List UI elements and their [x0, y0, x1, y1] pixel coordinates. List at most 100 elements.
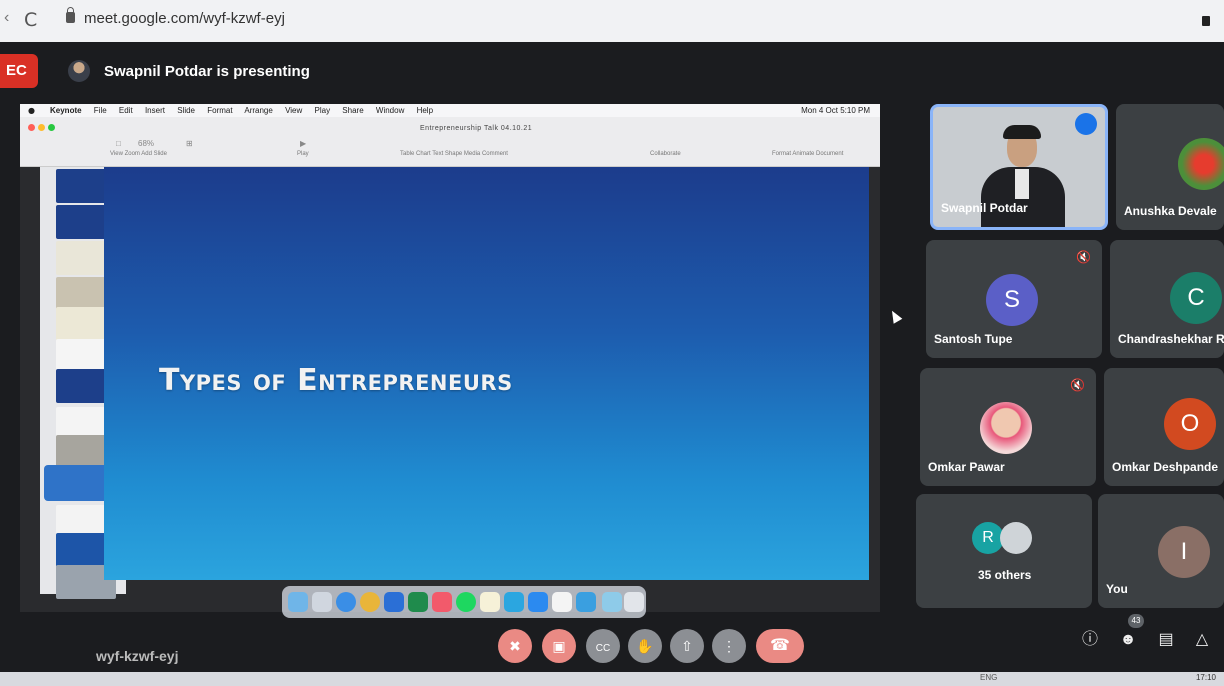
avatar [980, 402, 1032, 454]
zoom-value: 68% [138, 139, 155, 148]
meeting-details-button[interactable]: ⓘ [1078, 628, 1102, 652]
keynote-toolbar: Entrepreneurship Talk 04.10.21 □ 68% ⊞ V… [20, 117, 880, 167]
present-icon: ⇧ [681, 638, 693, 654]
phone-hangup-icon: ☎ [770, 637, 790, 654]
raise-hand-button[interactable]: ✋ [628, 629, 662, 663]
participant-tile-omkar-pawar[interactable]: 🔇 Omkar Pawar [920, 368, 1096, 486]
avatar: I [1158, 526, 1210, 578]
presenter-avatar [68, 60, 90, 82]
menu-share: Share [342, 106, 364, 115]
menu-format: Format [207, 106, 233, 115]
chrome-icon [360, 592, 380, 612]
mouse-cursor-icon [887, 308, 903, 324]
toolbar-left-labels: View Zoom Add Slide [110, 151, 167, 157]
captions-button[interactable]: CC [586, 629, 620, 663]
avatar [1000, 522, 1032, 554]
participant-tile-chandrashekhar[interactable]: C Chandrashekhar Ro [1110, 240, 1224, 358]
presenting-status: Swapnil Potdar is presenting [104, 63, 310, 80]
toolbar-right-labels: Format Animate Document [772, 151, 844, 157]
people-button[interactable]: ☻ [1116, 628, 1140, 652]
menu-file: File [93, 106, 107, 115]
excel-icon [408, 592, 428, 612]
keynote-icon [576, 592, 596, 612]
os-taskbar: ENG 17:10 [0, 672, 1224, 686]
participant-name: Omkar Deshpande [1112, 460, 1219, 474]
participant-name: You [1106, 582, 1128, 596]
toolbar-middle-labels: Table Chart Text Shape Media Comment [400, 151, 508, 157]
participant-tile-anushka[interactable]: Anushka Devale [1116, 104, 1224, 230]
more-options-button[interactable]: ⋮ [712, 629, 746, 663]
url-text[interactable]: meet.google.com/wyf-kzwf-eyj [84, 10, 285, 27]
leave-call-button[interactable]: ☎ [756, 629, 804, 663]
toolbar-collaborate-label: Collaborate [650, 151, 681, 157]
minimize-window-icon [38, 124, 45, 131]
lock-icon [66, 7, 75, 23]
avatar [1178, 138, 1224, 190]
avatar: C [1170, 272, 1222, 324]
menubar-items: Keynote File Edit Insert Slide Format Ar… [50, 104, 443, 117]
activities-icon: △ [1195, 631, 1209, 648]
music-icon [432, 592, 452, 612]
apple-icon: ● [28, 106, 35, 115]
more-vert-icon: ⋮ [722, 638, 736, 654]
slide-title: Types of Entrepreneurs [159, 363, 513, 398]
participant-count-badge: 43 [1128, 614, 1144, 628]
safari-icon [336, 592, 356, 612]
chat-icon: ▤ [1158, 631, 1174, 648]
trello-icon [504, 592, 524, 612]
participant-name: Santosh Tupe [934, 332, 1013, 346]
notes-icon [480, 592, 500, 612]
people-icon: ☻ [1119, 631, 1137, 648]
menu-keynote: Keynote [50, 106, 82, 115]
participant-tile-you[interactable]: I You [1098, 494, 1224, 608]
participant-tile-omkar-deshpande[interactable]: O Omkar Deshpande [1104, 368, 1224, 486]
notion-icon [552, 592, 572, 612]
participant-name: Swapnil Potdar [941, 201, 1028, 215]
participant-tile-swapnil[interactable]: Swapnil Potdar [930, 104, 1108, 230]
mic-toggle-button[interactable]: ✖ [498, 629, 532, 663]
menu-edit: Edit [118, 106, 133, 115]
extension-icon[interactable] [1202, 16, 1210, 26]
menu-window: Window [375, 106, 405, 115]
mac-menubar: ● Keynote File Edit Insert Slide Format … [20, 104, 880, 117]
captions-icon: CC [595, 643, 611, 654]
info-icon: ⓘ [1081, 631, 1098, 648]
mic-off-icon: 🔇 [1070, 378, 1085, 392]
activities-button[interactable]: △ [1190, 628, 1214, 652]
document-title: Entrepreneurship Talk 04.10.21 [420, 125, 533, 132]
shared-screen: ● Keynote File Edit Insert Slide Format … [20, 104, 880, 612]
slide-canvas: Types of Entrepreneurs [104, 167, 869, 580]
system-tray-lang: ENG [980, 673, 998, 682]
trash-icon [624, 592, 644, 612]
spotify-icon [456, 592, 476, 612]
finder-icon [288, 592, 308, 612]
add-slide-icon: ⊞ [186, 139, 193, 148]
preview-icon [602, 592, 622, 612]
mac-clock: Mon 4 Oct 5:10 PM [801, 106, 870, 115]
launchpad-icon [312, 592, 332, 612]
menu-view: View [285, 106, 303, 115]
meeting-code: wyf-kzwf-eyj [96, 648, 179, 664]
camera-toggle-button[interactable]: ▣ [542, 629, 576, 663]
menu-insert: Insert [144, 106, 165, 115]
reload-icon[interactable]: C [24, 9, 37, 31]
maximize-window-icon [48, 124, 55, 131]
play-icon: ▶ [300, 139, 307, 148]
participant-tile-others[interactable]: R 35 others [916, 494, 1092, 608]
toolbar-play-label: Play [297, 151, 309, 157]
view-icon: □ [116, 139, 121, 148]
camera-off-icon: ▣ [552, 638, 566, 654]
app-store-icon [528, 592, 548, 612]
participant-tile-santosh[interactable]: 🔇 S Santosh Tupe [926, 240, 1102, 358]
hand-icon: ✋ [636, 638, 654, 654]
browser-address-bar: ‹ C meet.google.com/wyf-kzwf-eyj [0, 0, 1224, 42]
menu-arrange: Arrange [244, 106, 273, 115]
close-window-icon [28, 124, 35, 131]
recording-badge: EC [0, 54, 38, 88]
avatar: S [986, 274, 1038, 326]
present-button[interactable]: ⇧ [670, 629, 704, 663]
mic-off-icon: ✖ [509, 638, 521, 654]
chat-button[interactable]: ▤ [1154, 628, 1178, 652]
back-arrow-icon[interactable]: ‹ [4, 9, 9, 27]
speaking-indicator-icon [1075, 113, 1097, 135]
